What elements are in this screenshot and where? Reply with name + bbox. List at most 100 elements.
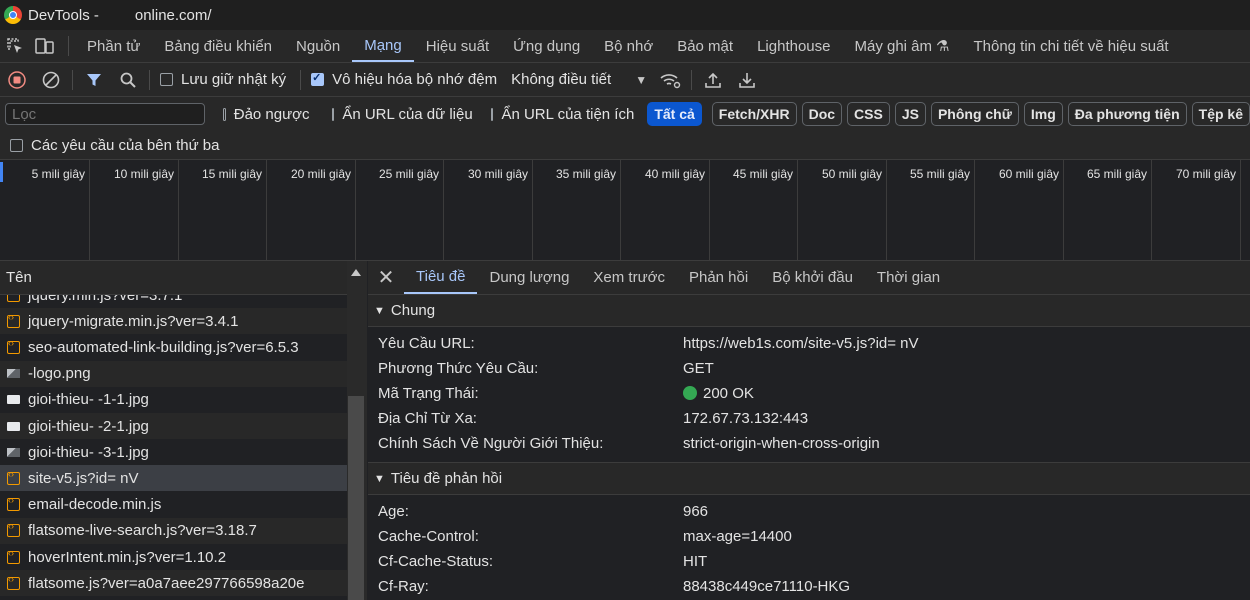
header-key: Age: [378, 503, 409, 520]
type-filter-button[interactable]: Fetch/XHR [711, 102, 797, 126]
panel-tab-label: Phần tử [87, 37, 141, 55]
panel-tab-label: Bảng điều khiển [164, 37, 273, 55]
panel-tab-0[interactable]: Phần tử [75, 30, 152, 62]
request-row[interactable]: jquery.min.js?ver=3.7.1 [0, 295, 347, 308]
timeline-tick-label: 25 mili giây [378, 167, 439, 181]
header-row: Mã Trạng Thái: 200 OK [368, 381, 1250, 406]
request-row[interactable]: -logo.png [0, 360, 347, 387]
general-section-title: Chung [390, 302, 436, 319]
detail-tab[interactable]: Tiêu đề [404, 261, 478, 294]
detail-tab[interactable]: Phản hồi [677, 261, 760, 294]
timeline-overview[interactable]: 5 mili giây 10 mili giây 15 mili giây 20 mi… [0, 160, 1250, 261]
request-row[interactable]: flatsome-live-search.js?ver=3.18.7 [0, 517, 347, 544]
scroll-up-arrow-icon[interactable] [351, 269, 361, 276]
request-row[interactable]: site-v5.js?id= nV [0, 465, 347, 492]
header-key: Yêu Cầu URL: [378, 335, 475, 352]
search-button[interactable] [111, 65, 145, 95]
request-row[interactable]: email-decode.min.js [0, 492, 347, 518]
timeline-tick-label: 30 mili giây [467, 167, 528, 181]
header-row: Yêu Cầu URL: https://web1s.com/site-v5.js… [368, 331, 1250, 356]
request-name: seo-automated-link-building.js?ver=6.5.3 [28, 338, 299, 356]
hide-extension-urls-checkbox[interactable] [490, 107, 494, 121]
collapse-triangle-icon: ▼ [374, 472, 385, 485]
name-column-header[interactable]: Tên [0, 261, 347, 295]
panel-tab-8[interactable]: Lighthouse [745, 30, 842, 62]
detail-tab[interactable]: Bộ khởi đầu [760, 261, 865, 294]
request-row[interactable]: gioi-thieu- -2-1.jpg [0, 413, 347, 439]
type-filter-button[interactable]: Tất cả [647, 102, 702, 126]
image-file-icon [7, 395, 20, 405]
request-row[interactable]: gioi-thieu- -3-1.jpg [0, 439, 347, 465]
header-value: 966 [683, 503, 708, 520]
timeline-gridline [709, 160, 710, 260]
toolbar-divider [72, 69, 73, 90]
panel-tab-10[interactable]: Thông tin chi tiết về hiệu suất [961, 30, 1180, 62]
request-row[interactable]: jquery-migrate.min.js?ver=3.4.1 [0, 308, 347, 335]
panel-tab-7[interactable]: Bảo mật [665, 30, 745, 62]
type-filter-button[interactable]: Đa phương tiện [1067, 102, 1187, 126]
disable-cache-checkbox[interactable] [311, 71, 325, 86]
detail-tab[interactable]: Xem trước [581, 261, 677, 294]
general-section-header[interactable]: ▼ Chung [368, 295, 1250, 327]
script-file-icon [7, 295, 20, 302]
panel-tab-5[interactable]: Ứng dụng [501, 30, 592, 62]
export-har-button[interactable] [730, 65, 764, 95]
throttling-select[interactable]: Không điều tiết [511, 71, 611, 88]
header-value: 200 OK [683, 385, 754, 402]
header-value-text: 200 OK [703, 385, 754, 402]
request-detail-pane: ✕ Tiêu đề Dung lượng Xem trước Phản hồi Bộ k… [368, 261, 1250, 600]
request-row[interactable]: seo-automated-link-building.js?ver=6.5.3 [0, 334, 347, 360]
type-filter-button[interactable]: Tệp kê [1191, 102, 1250, 126]
inspect-element-icon[interactable] [0, 31, 30, 61]
filter-input[interactable] [5, 103, 205, 125]
third-party-row: Các yêu cầu của bên thứ ba [0, 131, 1250, 160]
panel-tab-label: Bảo mật [677, 37, 734, 55]
clear-button[interactable] [34, 65, 68, 95]
request-name: site-v5.js?id= nV [28, 469, 139, 487]
request-row[interactable]: hoverIntent.min.js?ver=1.10.2 [0, 544, 347, 570]
request-row[interactable]: gioi-thieu- -1-1.jpg [0, 387, 347, 413]
panel-tab-1[interactable]: Bảng điều khiển [152, 30, 284, 62]
panel-tab-2[interactable]: Nguồn [284, 30, 352, 62]
import-har-button[interactable] [696, 65, 730, 95]
throttling-chevron-down-icon[interactable]: ▼ [635, 73, 647, 87]
header-value-text: GET [683, 360, 714, 377]
panel-tab-9[interactable]: Máy ghi âm ⚗ [842, 30, 961, 62]
type-filter-button[interactable]: Img [1023, 102, 1063, 126]
request-name: gioi-thieu- -2-1.jpg [28, 417, 149, 435]
panel-tab-3[interactable]: Mạng [352, 30, 414, 62]
type-filter-button[interactable]: Doc [801, 102, 843, 126]
preserve-log-checkbox[interactable] [160, 73, 173, 86]
stop-recording-button[interactable] [0, 65, 34, 95]
close-detail-icon[interactable]: ✕ [368, 261, 404, 294]
third-party-label: Các yêu cầu của bên thứ ba [31, 136, 220, 154]
filter-toggle-button[interactable] [77, 65, 111, 95]
type-filter-button[interactable]: Phông chữ [930, 102, 1019, 126]
image-file-icon [7, 421, 20, 431]
header-key: Cf-Ray: [378, 578, 429, 595]
invert-checkbox[interactable] [223, 107, 226, 121]
timeline-tick-label: 45 mili giây [732, 167, 793, 181]
third-party-checkbox[interactable] [10, 138, 23, 152]
hide-data-urls-checkbox[interactable] [331, 107, 335, 121]
chrome-logo-icon [4, 6, 22, 24]
timeline-gridline [974, 160, 975, 260]
scrollbar-thumb[interactable] [348, 396, 364, 600]
header-value: strict-origin-when-cross-origin [683, 435, 880, 452]
request-list: Tên jquery.min.js?ver=3.7.1 jquery-migrat… [0, 261, 348, 600]
response-headers-section-header[interactable]: ▼ Tiêu đề phản hồi [368, 462, 1250, 495]
request-list-scrollbar[interactable] [347, 261, 367, 600]
window-url: online.com/ [134, 6, 212, 24]
detail-tab[interactable]: Thời gian [865, 261, 952, 294]
type-filter-button[interactable]: JS [894, 102, 926, 126]
panel-tab-4[interactable]: Hiệu suất [414, 30, 501, 62]
request-name: flatsome-live-search.js?ver=3.18.7 [28, 522, 257, 540]
detail-tab[interactable]: Dung lượng [477, 261, 581, 294]
request-row[interactable]: flatsome.js?ver=a0a7aee297766598a20e [0, 570, 347, 597]
device-toolbar-icon[interactable] [30, 31, 60, 61]
type-filter-button[interactable]: CSS [847, 102, 890, 126]
panel-tab-6[interactable]: Bộ nhớ [592, 30, 665, 62]
network-conditions-button[interactable] [653, 65, 687, 95]
timeline-gridline [886, 160, 887, 260]
timeline-gridline [620, 160, 621, 260]
